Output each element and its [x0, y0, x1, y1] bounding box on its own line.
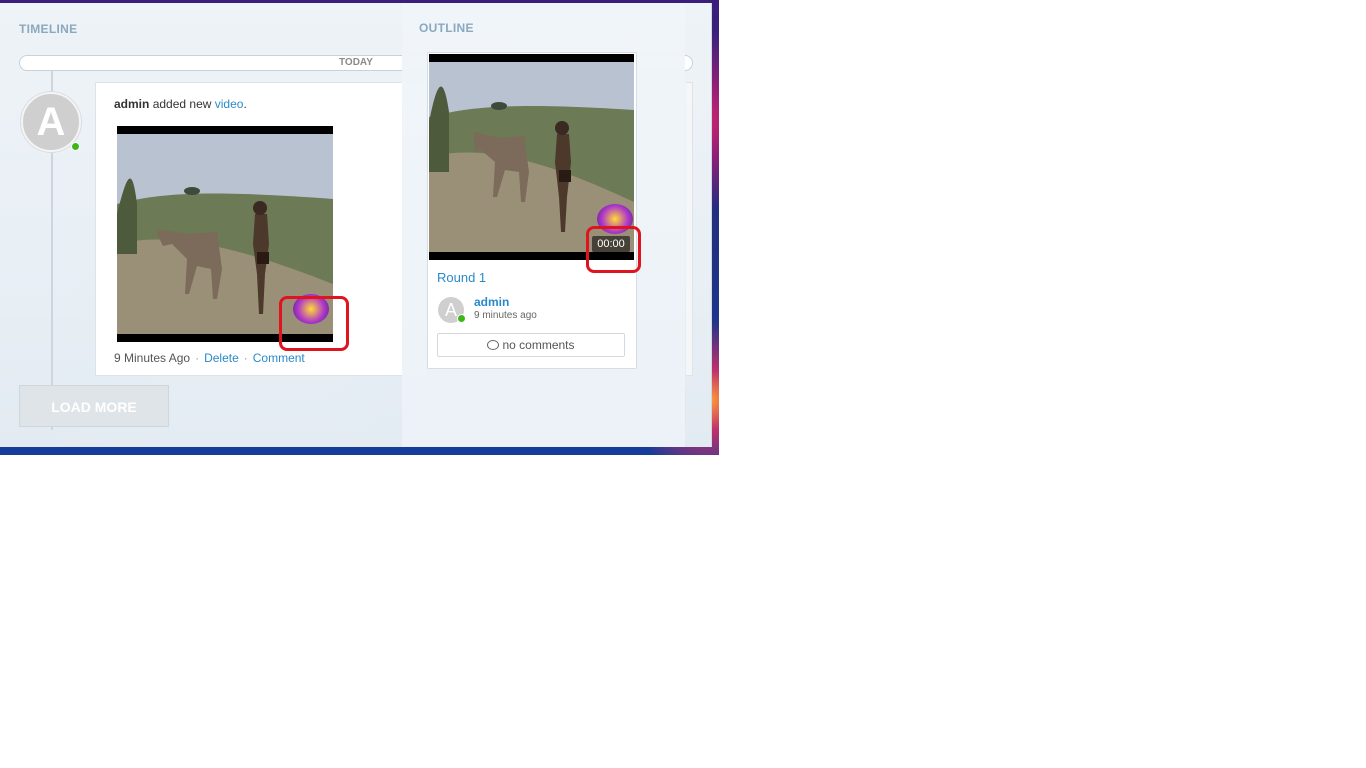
post-suffix: . — [243, 97, 247, 111]
author-online-dot — [457, 314, 466, 323]
browser-viewport: TIMELINE TODAY A admin added new video. … — [0, 0, 719, 455]
comment-link[interactable]: Comment — [253, 351, 305, 365]
post-author-link[interactable]: admin — [114, 97, 149, 111]
post-meta: 9 Minutes Ago · Delete · Comment — [114, 351, 305, 365]
post-header: admin added new video. — [114, 97, 247, 111]
author-time: 9 minutes ago — [474, 310, 537, 321]
comment-icon — [487, 340, 500, 350]
comments-label: no comments — [502, 338, 575, 352]
highlight-box-watermark — [279, 296, 349, 351]
highlight-box-duration — [586, 226, 641, 273]
author-link[interactable]: admin — [474, 295, 509, 309]
post-action-text: added new — [152, 97, 212, 111]
separator-dot: · — [195, 351, 200, 365]
timeline-title: TIMELINE — [19, 22, 78, 36]
today-label: TODAY — [339, 57, 373, 68]
delete-link[interactable]: Delete — [204, 351, 239, 365]
load-more-button[interactable]: LOAD MORE — [19, 385, 169, 427]
video-link[interactable]: video — [215, 97, 244, 111]
timeline-card-edge — [686, 82, 693, 376]
post-time: 9 Minutes Ago — [114, 351, 191, 365]
separator-dot: · — [243, 351, 248, 365]
video-title-link[interactable]: Round 1 — [437, 270, 486, 285]
online-status-dot — [71, 142, 80, 151]
comments-button[interactable]: no comments — [437, 333, 625, 357]
outline-title: OUTLINE — [419, 21, 474, 35]
